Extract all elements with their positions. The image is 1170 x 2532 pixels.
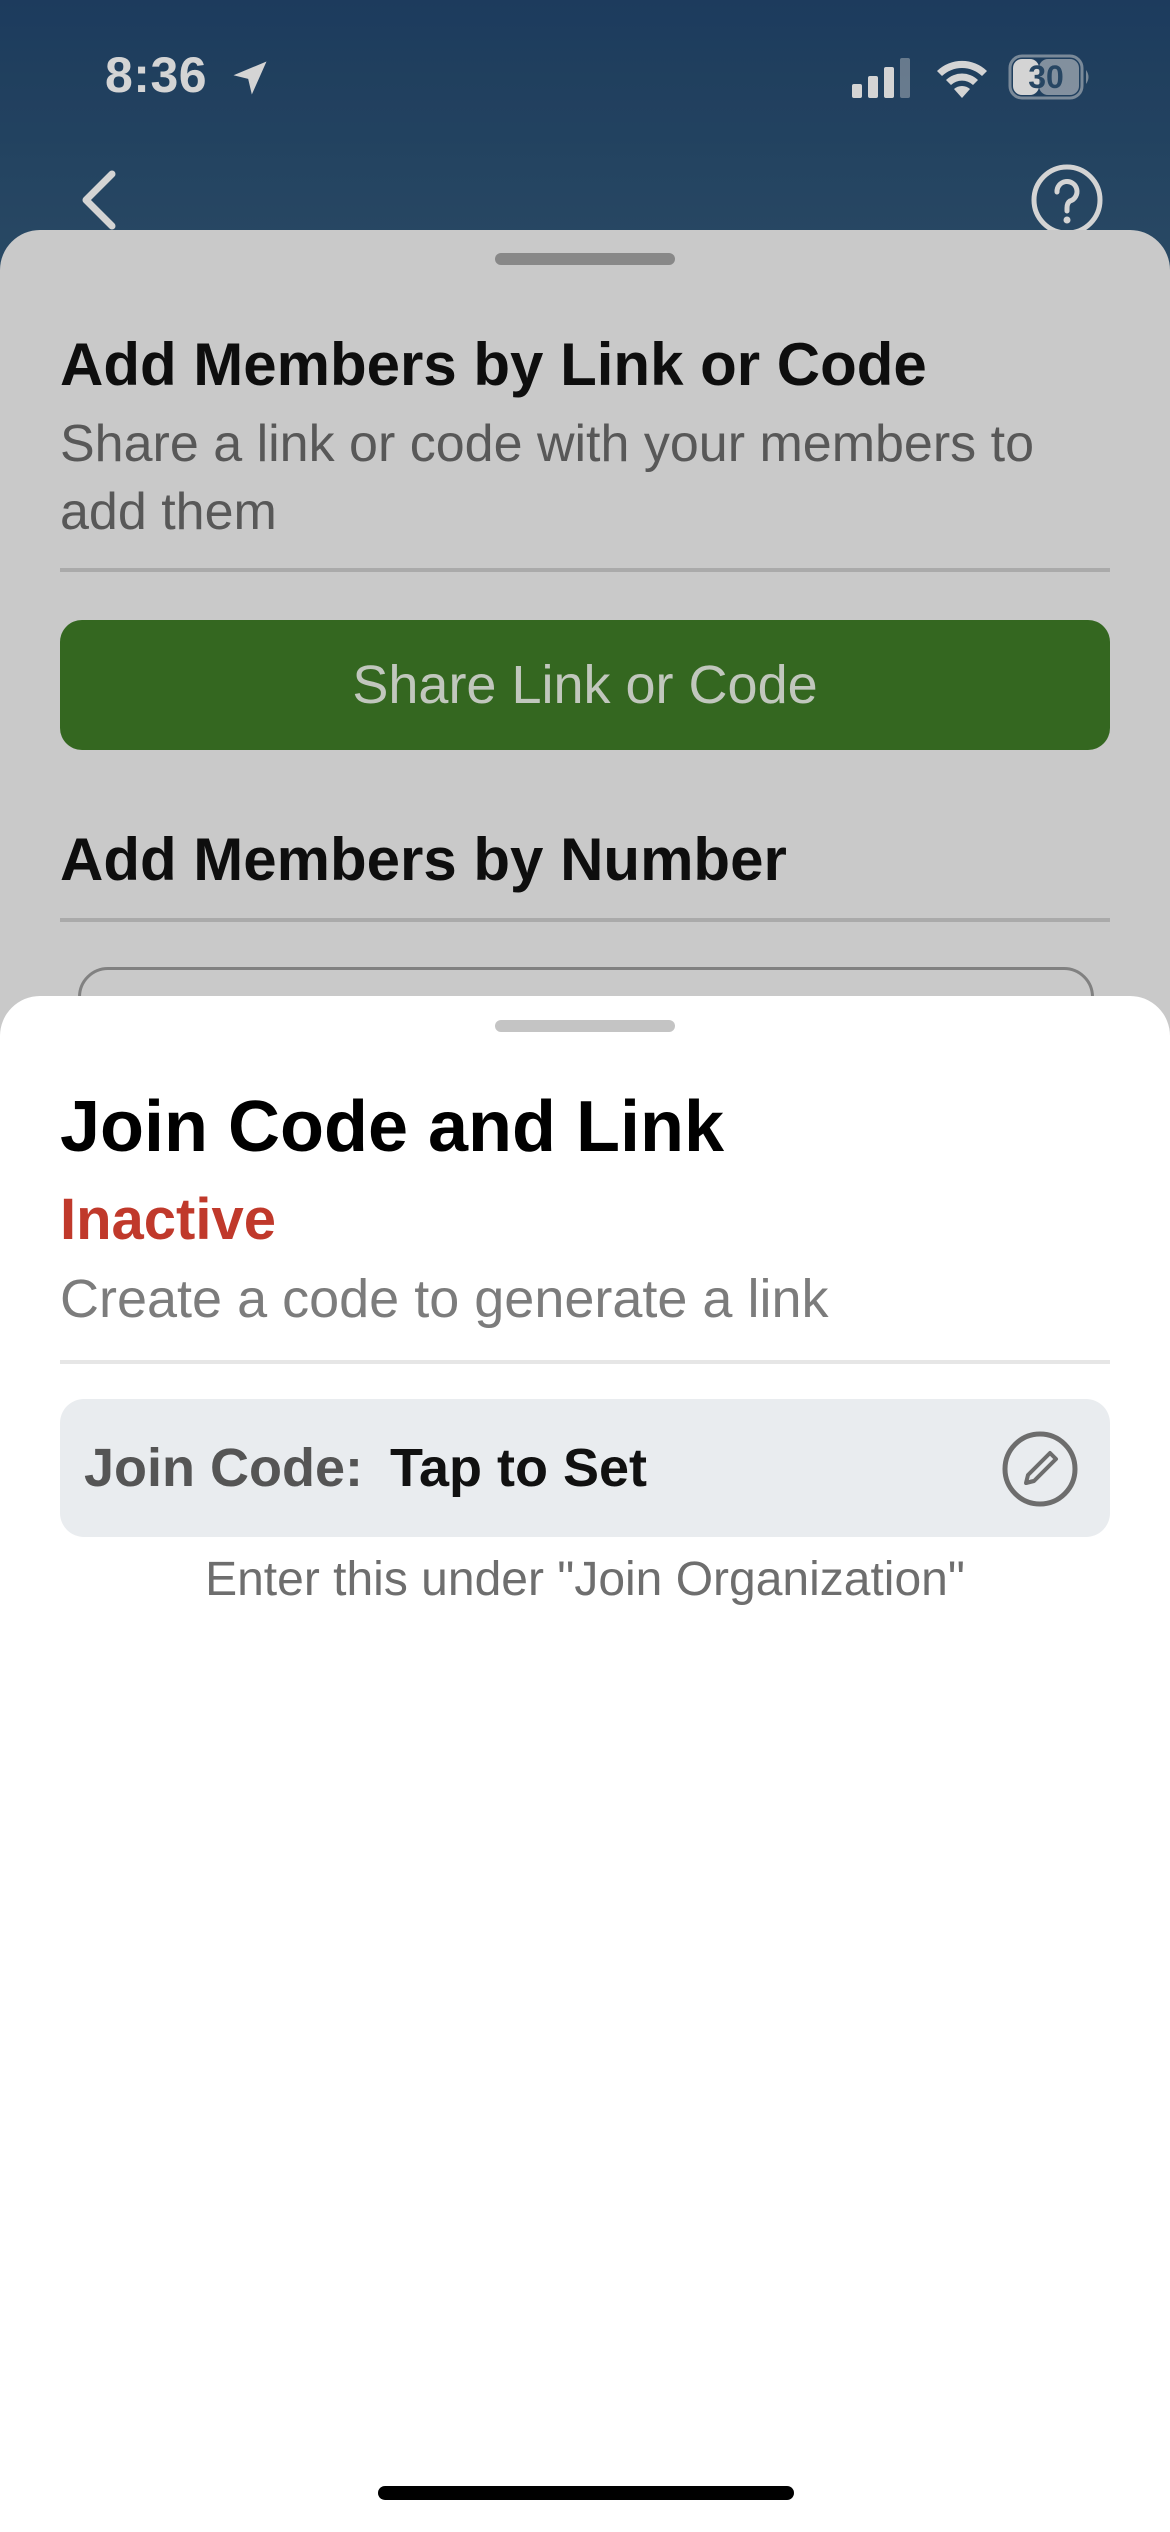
join-code-label: Join Code:	[84, 1438, 363, 1498]
pencil-circle-icon[interactable]	[1000, 1429, 1080, 1509]
join-code-sheet: Join Code and Link Inactive Create a cod…	[0, 996, 1170, 2532]
sheet-title: Join Code and Link	[60, 1087, 725, 1167]
join-code-field[interactable]: Join Code: Tap to Set	[60, 1399, 1110, 1537]
divider	[60, 1360, 1110, 1364]
home-indicator[interactable]	[378, 2486, 794, 2500]
join-code-hint: Enter this under "Join Organization"	[205, 1553, 965, 1606]
status-label: Inactive	[60, 1187, 276, 1252]
join-code-value: Tap to Set	[390, 1438, 648, 1498]
sheet-grabber[interactable]	[495, 1020, 675, 1032]
sheet-subtitle: Create a code to generate a link	[60, 1269, 829, 1329]
